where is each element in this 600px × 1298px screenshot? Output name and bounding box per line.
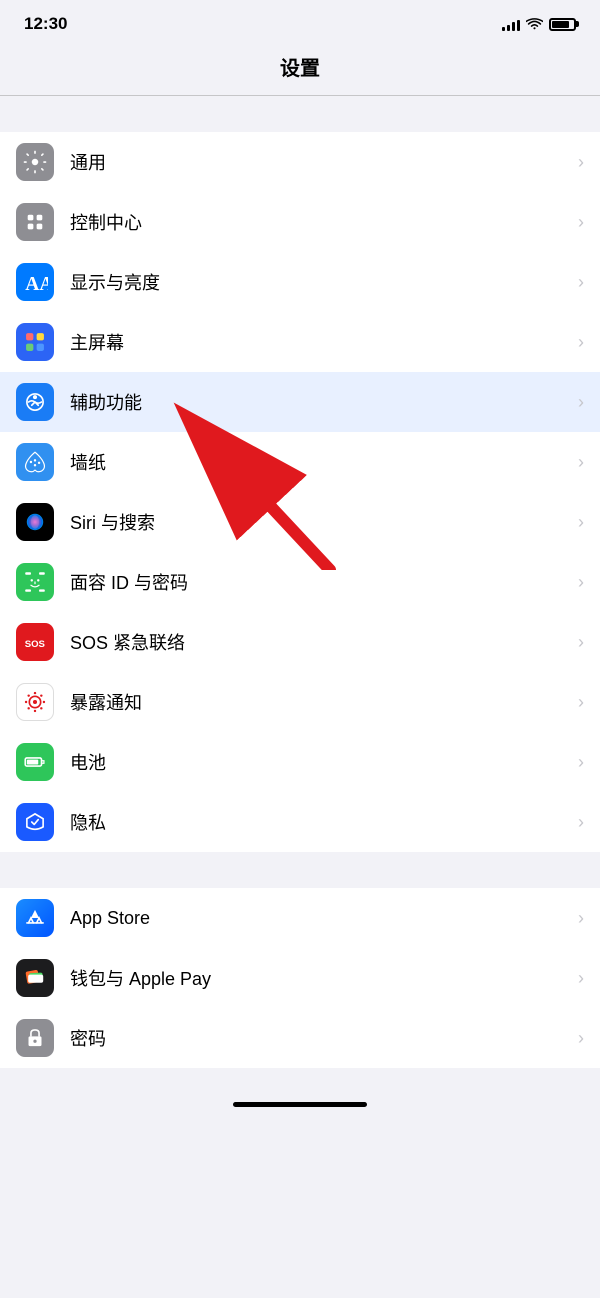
- wifi-icon: [526, 18, 543, 31]
- row-zhupingmu[interactable]: 主屏幕 ›: [0, 312, 600, 372]
- row-kongzhizhongxin[interactable]: 控制中心 ›: [0, 192, 600, 252]
- label-appstore: App Store: [70, 908, 570, 929]
- label-faceid: 面容 ID 与密码: [70, 569, 570, 595]
- row-fuzhugongneng[interactable]: 辅助功能 ›: [0, 372, 600, 432]
- icon-appstore: [16, 899, 54, 937]
- chevron-siri: ›: [578, 512, 584, 533]
- home-indicator: [0, 1098, 600, 1115]
- chevron-wallet: ›: [578, 968, 584, 989]
- home-bar: [233, 1102, 367, 1107]
- row-faceid[interactable]: 面容 ID 与密码 ›: [0, 552, 600, 612]
- chevron-tongyong: ›: [578, 152, 584, 173]
- chevron-kongzhizhongxin: ›: [578, 212, 584, 233]
- row-siri[interactable]: Siri 与搜索 ›: [0, 492, 600, 552]
- label-mima: 密码: [70, 1025, 570, 1051]
- icon-sos: SOS: [16, 623, 54, 661]
- chevron-baolu: ›: [578, 692, 584, 713]
- bottom-gap: [0, 1068, 600, 1098]
- row-sos[interactable]: SOS SOS 紧急联络 ›: [0, 612, 600, 672]
- page-title: 设置: [0, 52, 600, 81]
- chevron-battery: ›: [578, 752, 584, 773]
- icon-wallet: [16, 959, 54, 997]
- settings-group-apps: App Store › 钱包与 Apple Pay › 密码 ›: [0, 888, 600, 1068]
- chevron-zhupingmu: ›: [578, 332, 584, 353]
- status-bar: 12:30: [0, 0, 600, 44]
- icon-qianzhi: [16, 443, 54, 481]
- label-zhupingmu: 主屏幕: [70, 329, 570, 355]
- status-time: 12:30: [24, 14, 67, 34]
- chevron-yinsi: ›: [578, 812, 584, 833]
- label-siri: Siri 与搜索: [70, 509, 570, 535]
- label-yinsi: 隐私: [70, 809, 570, 835]
- row-qianzhi[interactable]: 墙纸 ›: [0, 432, 600, 492]
- chevron-xianshi: ›: [578, 272, 584, 293]
- icon-fuzhugongneng: [16, 383, 54, 421]
- icon-battery: [16, 743, 54, 781]
- row-yinsi[interactable]: 隐私 ›: [0, 792, 600, 852]
- label-qianzhi: 墙纸: [70, 449, 570, 475]
- row-battery[interactable]: 电池 ›: [0, 732, 600, 792]
- svg-text:AA: AA: [25, 274, 48, 295]
- row-wallet[interactable]: 钱包与 Apple Pay ›: [0, 948, 600, 1008]
- icon-faceid: [16, 563, 54, 601]
- status-icons: [502, 18, 576, 31]
- label-battery: 电池: [70, 749, 570, 775]
- row-mima[interactable]: 密码 ›: [0, 1008, 600, 1068]
- icon-mima: [16, 1019, 54, 1057]
- icon-baolu: [16, 683, 54, 721]
- icon-siri: [16, 503, 54, 541]
- label-baolu: 暴露通知: [70, 689, 570, 715]
- label-wallet: 钱包与 Apple Pay: [70, 965, 570, 991]
- pre-group-gap: [0, 96, 600, 132]
- row-appstore[interactable]: App Store ›: [0, 888, 600, 948]
- chevron-qianzhi: ›: [578, 452, 584, 473]
- icon-yinsi: [16, 803, 54, 841]
- chevron-mima: ›: [578, 1028, 584, 1049]
- page-title-bar: 设置: [0, 44, 600, 95]
- label-fuzhugongneng: 辅助功能: [70, 389, 570, 415]
- label-kongzhizhongxin: 控制中心: [70, 209, 570, 235]
- label-xianshi: 显示与亮度: [70, 269, 570, 295]
- battery-icon: [549, 18, 576, 31]
- row-baolu[interactable]: 暴露通知 ›: [0, 672, 600, 732]
- icon-tongyong: [16, 143, 54, 181]
- icon-zhupingmu: [16, 323, 54, 361]
- chevron-sos: ›: [578, 632, 584, 653]
- settings-group-general: 通用 › 控制中心 › AA 显示与亮度 ›: [0, 132, 600, 852]
- row-tongyong[interactable]: 通用 ›: [0, 132, 600, 192]
- icon-kongzhizhongxin: [16, 203, 54, 241]
- chevron-faceid: ›: [578, 572, 584, 593]
- chevron-appstore: ›: [578, 908, 584, 929]
- chevron-fuzhugongneng: ›: [578, 392, 584, 413]
- label-tongyong: 通用: [70, 149, 570, 175]
- label-sos: SOS 紧急联络: [70, 629, 570, 655]
- mid-group-gap: [0, 852, 600, 888]
- row-xianshi[interactable]: AA 显示与亮度 ›: [0, 252, 600, 312]
- svg-text:SOS: SOS: [25, 639, 45, 650]
- signal-icon: [502, 18, 520, 31]
- icon-xianshi: AA: [16, 263, 54, 301]
